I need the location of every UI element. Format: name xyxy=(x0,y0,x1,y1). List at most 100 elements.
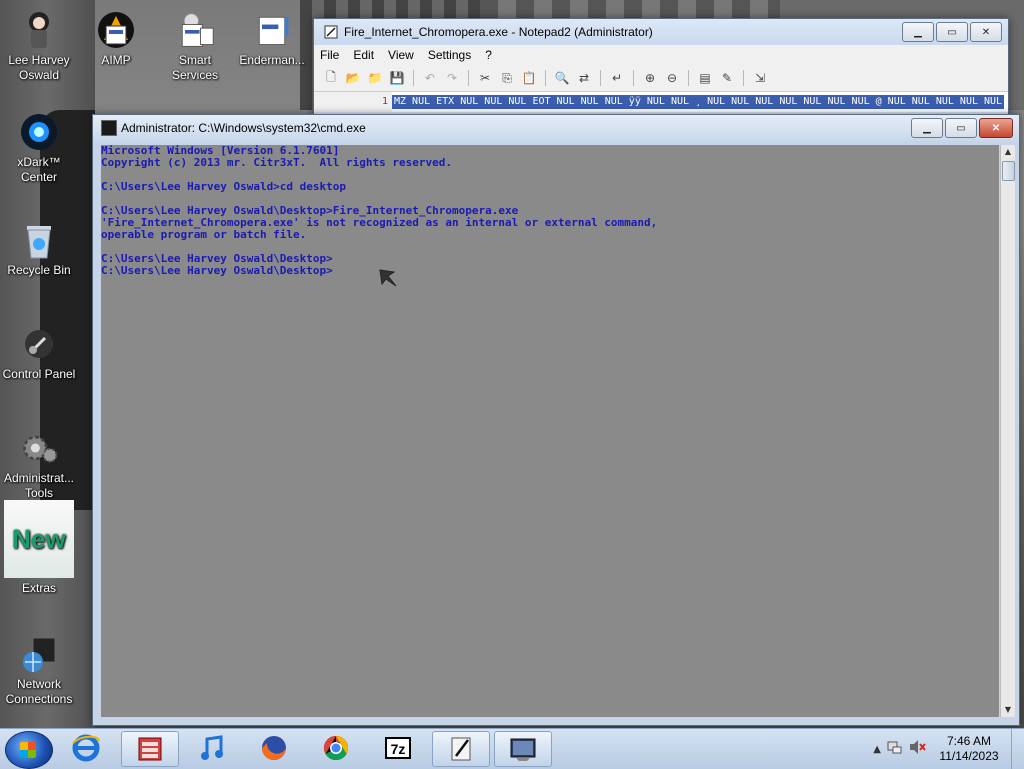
cmd-window[interactable]: Administrator: C:\Windows\system32\cmd.e… xyxy=(92,114,1020,726)
find-icon[interactable]: 🔍 xyxy=(553,69,571,87)
toolbar-separator xyxy=(545,70,546,86)
toolbar-separator xyxy=(633,70,634,86)
maximize-button[interactable]: ▭ xyxy=(936,22,968,42)
taskbar-7zip[interactable]: 7z xyxy=(370,731,426,765)
taskbar-music[interactable] xyxy=(184,731,240,765)
toolbar-separator xyxy=(688,70,689,86)
taskbar-firefox[interactable] xyxy=(246,731,302,765)
taskbar-chrome[interactable] xyxy=(308,731,364,765)
user-folder-icon xyxy=(19,10,59,50)
maximize-button[interactable]: ▭ xyxy=(945,118,977,138)
desktop-icon-recycle-bin[interactable]: Recycle Bin xyxy=(1,220,77,278)
control-panel-icon xyxy=(19,324,59,364)
show-hidden-icons-icon[interactable]: ▲ xyxy=(873,744,881,755)
desktop-icon-extras[interactable]: New Extras xyxy=(1,500,77,596)
taskbar-cmd[interactable] xyxy=(494,731,552,767)
taskbar-file-manager[interactable] xyxy=(121,731,179,767)
new-file-icon[interactable]: 🗋 xyxy=(322,69,340,87)
save-icon[interactable]: 💾 xyxy=(388,69,406,87)
svg-text:7z: 7z xyxy=(391,741,406,757)
console-line: Copyright (c) 2013 mr. Citr3xT. All righ… xyxy=(101,156,452,169)
notepad2-title: Fire_Internet_Chromopera.exe - Notepad2 … xyxy=(344,25,653,39)
open-folder-icon[interactable]: 📂 xyxy=(344,69,362,87)
toolbar-separator xyxy=(413,70,414,86)
editor-selected-text[interactable]: MZ NUL ETX NUL NUL NUL EOT NUL NUL NUL ÿ… xyxy=(392,95,1005,109)
notepad2-menubar: File Edit View Settings ? xyxy=(314,45,1008,65)
scroll-down-icon[interactable]: ▼ xyxy=(1001,703,1015,717)
zoom-in-icon[interactable]: ⊕ xyxy=(641,69,659,87)
music-icon xyxy=(201,735,223,760)
start-button[interactable] xyxy=(5,731,53,769)
desktop-icon-network-connections[interactable]: Network Connections xyxy=(1,634,77,707)
ie-icon xyxy=(72,734,100,762)
xdark-icon xyxy=(19,112,59,152)
taskbar: 7z ▲ 7:46 AM 11/14/2023 xyxy=(0,728,1024,769)
replace-icon[interactable]: ⇄ xyxy=(575,69,593,87)
menu-settings[interactable]: Settings xyxy=(428,48,471,62)
file-manager-icon xyxy=(138,737,162,761)
redo-icon[interactable]: ↷ xyxy=(443,69,461,87)
extras-icon: New xyxy=(4,500,74,578)
browse-icon[interactable]: 📁 xyxy=(366,69,384,87)
firefox-icon xyxy=(262,736,286,760)
scroll-thumb[interactable] xyxy=(1002,161,1015,181)
notepad2-window[interactable]: Fire_Internet_Chromopera.exe - Notepad2 … xyxy=(313,18,1009,120)
notepad2-toolbar: 🗋 📂 📁 💾 ↶ ↷ ✂ ⎘ 📋 🔍 ⇄ ↵ ⊕ ⊖ ▤ ✎ ⇲ xyxy=(314,65,1008,92)
clock[interactable]: 7:46 AM 11/14/2023 xyxy=(931,734,1007,764)
cmd-icon xyxy=(510,738,536,761)
shortcut-icon xyxy=(252,10,292,50)
cmd-title: Administrator: C:\Windows\system32\cmd.e… xyxy=(121,121,366,135)
taskbar-ie[interactable] xyxy=(58,731,114,765)
taskbar-notepad2[interactable] xyxy=(432,731,490,767)
show-desktop-button[interactable] xyxy=(1011,729,1024,769)
console-scrollbar[interactable]: ▲ ▼ xyxy=(1000,145,1015,717)
desktop-icon-enderman[interactable]: Enderman... xyxy=(234,10,310,68)
clock-time: 7:46 AM xyxy=(946,734,992,748)
scroll-up-icon[interactable]: ▲ xyxy=(1001,145,1015,159)
notepad2-editor[interactable]: 1 MZ NUL ETX NUL NUL NUL EOT NUL NUL NUL… xyxy=(314,92,1008,112)
aimp-icon xyxy=(96,10,136,50)
toolbar-separator xyxy=(743,70,744,86)
admin-tools-icon xyxy=(19,428,59,468)
desktop-icon-admin-tools[interactable]: Administrat... Tools xyxy=(1,428,77,501)
network-tray-icon[interactable] xyxy=(887,739,903,759)
desktop-icon-user-folder[interactable]: Lee Harvey Oswald xyxy=(1,10,77,83)
desktop-icon-xdark-center[interactable]: xDark™ Center xyxy=(1,112,77,185)
cmd-app-icon xyxy=(101,120,117,136)
paste-icon[interactable]: 📋 xyxy=(520,69,538,87)
console-text: Microsoft Windows [Version 6.1.7601] Cop… xyxy=(101,145,999,277)
system-tray: ▲ 7:46 AM 11/14/2023 xyxy=(873,729,1024,769)
line-number: 1 xyxy=(314,92,392,112)
recycle-bin-icon xyxy=(19,220,59,260)
menu-view[interactable]: View xyxy=(388,48,414,62)
exit-icon[interactable]: ⇲ xyxy=(751,69,769,87)
console-line: operable program or batch file. xyxy=(101,228,307,241)
cut-icon[interactable]: ✂ xyxy=(476,69,494,87)
desktop-icon-control-panel[interactable]: Control Panel xyxy=(1,324,77,382)
menu-help[interactable]: ? xyxy=(485,48,492,62)
notepad2-app-icon xyxy=(324,25,338,39)
7zip-icon: 7z xyxy=(385,737,411,759)
undo-icon[interactable]: ↶ xyxy=(421,69,439,87)
menu-edit[interactable]: Edit xyxy=(353,48,374,62)
desktop-icon-smart-services[interactable]: Smart Services xyxy=(157,10,233,83)
clock-date: 11/14/2023 xyxy=(939,749,999,763)
customize-icon[interactable]: ✎ xyxy=(718,69,736,87)
word-wrap-icon[interactable]: ↵ xyxy=(608,69,626,87)
console-output[interactable]: Microsoft Windows [Version 6.1.7601] Cop… xyxy=(101,145,999,717)
close-button[interactable]: ✕ xyxy=(979,118,1013,138)
notepad2-titlebar[interactable]: Fire_Internet_Chromopera.exe - Notepad2 … xyxy=(314,19,1008,45)
zoom-out-icon[interactable]: ⊖ xyxy=(663,69,681,87)
network-icon xyxy=(19,634,59,674)
cmd-titlebar[interactable]: Administrator: C:\Windows\system32\cmd.e… xyxy=(93,115,1019,141)
menu-file[interactable]: File xyxy=(320,48,339,62)
volume-muted-icon[interactable] xyxy=(909,739,927,759)
minimize-button[interactable]: ▁ xyxy=(911,118,943,138)
services-icon xyxy=(175,10,215,50)
console-line: C:\Users\Lee Harvey Oswald>cd desktop xyxy=(101,180,347,193)
minimize-button[interactable]: ▁ xyxy=(902,22,934,42)
desktop-icon-aimp[interactable]: AIMP xyxy=(78,10,154,68)
close-button[interactable]: ✕ xyxy=(970,22,1002,42)
copy-icon[interactable]: ⎘ xyxy=(498,69,516,87)
scheme-icon[interactable]: ▤ xyxy=(696,69,714,87)
